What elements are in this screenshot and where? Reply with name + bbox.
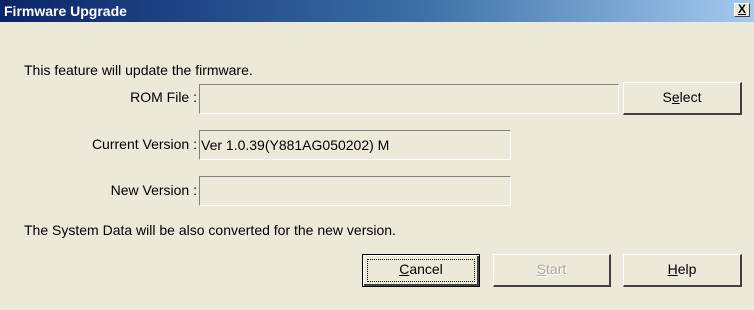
new-version-label: New Version : — [110, 182, 197, 198]
select-button-label: S — [662, 89, 672, 105]
close-icon: X — [737, 2, 746, 16]
help-button-label: elp — [677, 261, 697, 277]
help-button[interactable]: Help — [623, 254, 742, 287]
select-button[interactable]: Select — [623, 82, 742, 115]
intro-text: This feature will update the firmware. — [24, 62, 253, 78]
note-text: The System Data will be also converted f… — [24, 222, 396, 238]
close-button[interactable]: X — [734, 3, 750, 17]
cancel-button-label: ancel — [409, 261, 443, 277]
start-button[interactable]: Start — [493, 254, 611, 287]
rom-file-label: ROM File : — [130, 89, 197, 105]
start-button-mnemonic: S — [536, 261, 547, 277]
select-button-label-rest: lect — [679, 89, 702, 105]
help-button-mnemonic: H — [667, 261, 678, 277]
rom-file-field[interactable] — [199, 84, 619, 114]
cancel-button-mnemonic: C — [399, 261, 410, 277]
cancel-button[interactable]: Cancel — [362, 254, 480, 287]
current-version-label: Current Version : — [91, 136, 197, 152]
title-bar: Firmware Upgrade X — [0, 0, 754, 22]
window-title: Firmware Upgrade — [4, 3, 127, 19]
select-button-mnemonic: e — [671, 89, 680, 105]
current-version-field: Ver 1.0.39(Y881AG050202) M — [199, 130, 511, 160]
new-version-field — [199, 176, 511, 206]
start-button-label: tart — [546, 261, 567, 277]
